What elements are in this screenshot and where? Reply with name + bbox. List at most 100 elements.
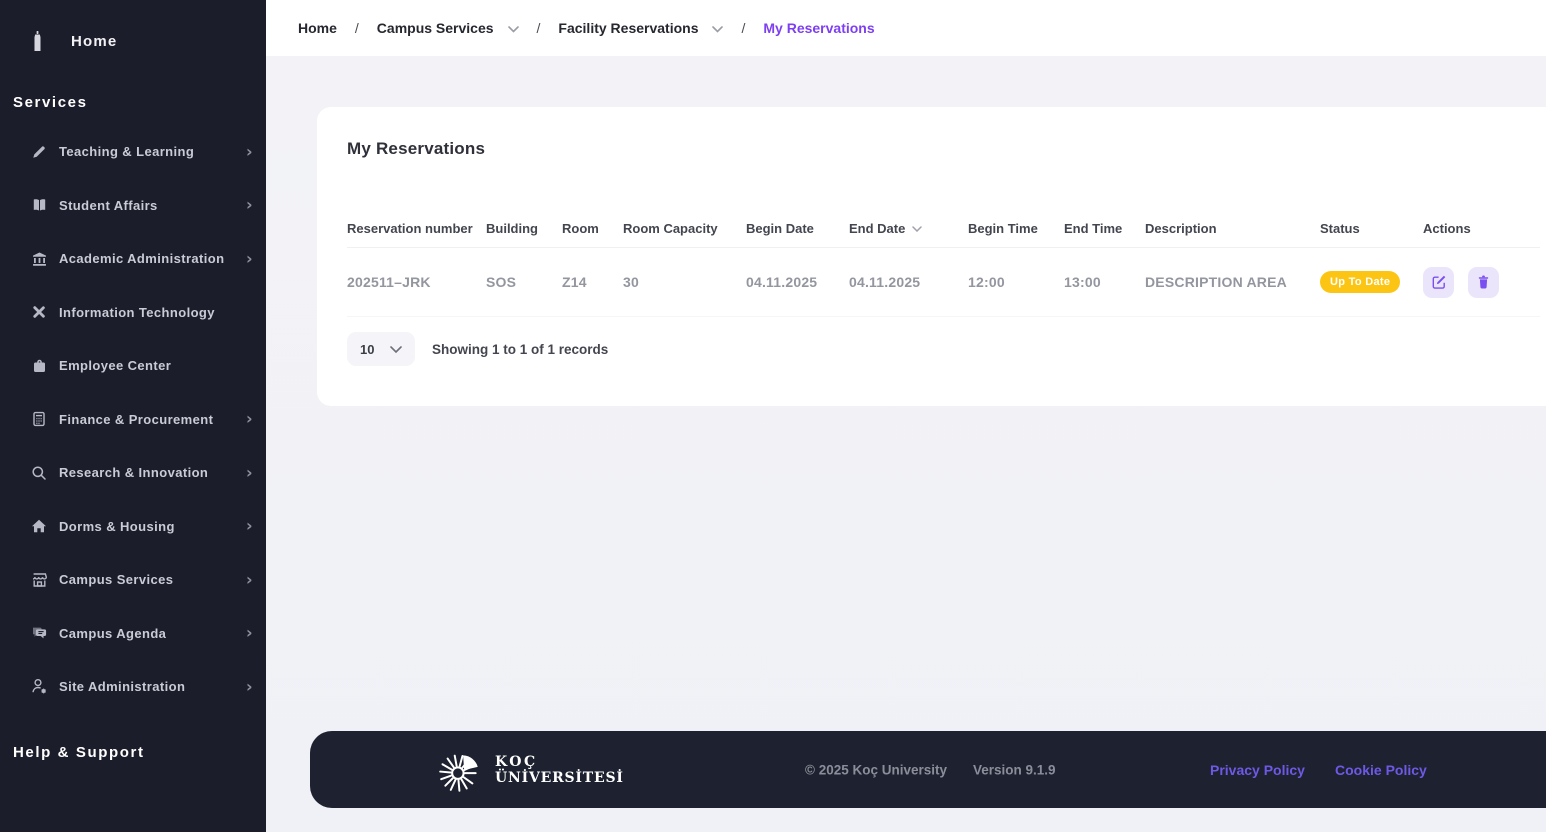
university-logo: KOÇ ÜNİVERSİTESİ: [438, 747, 624, 793]
chevron-down-icon[interactable]: [712, 26, 723, 33]
breadcrumb-current-my-reservations[interactable]: My Reservations: [763, 20, 874, 36]
sidebar-item-label: Campus Agenda: [59, 626, 166, 641]
sidebar-nav: Teaching & Learning › Student Affairs › …: [0, 125, 266, 714]
column-header-description: Description: [1145, 221, 1320, 236]
person-gear-icon: [30, 678, 48, 695]
cookie-policy-link[interactable]: Cookie Policy: [1335, 762, 1427, 778]
sidebar-item-dorms-housing[interactable]: Dorms & Housing ›: [0, 500, 266, 554]
privacy-policy-link[interactable]: Privacy Policy: [1210, 762, 1305, 778]
sidebar-item-employee-center[interactable]: Employee Center: [0, 339, 266, 393]
logo-line1: KOÇ: [495, 754, 624, 770]
sidebar-item-site-administration[interactable]: Site Administration ›: [0, 660, 266, 714]
cell-room: Z14: [562, 274, 623, 290]
chevron-right-icon: ›: [246, 251, 253, 267]
sidebar-item-label: Site Administration: [59, 679, 185, 694]
main-area: Home / Campus Services / Facility Reserv…: [266, 0, 1546, 832]
sidebar-item-student-affairs[interactable]: Student Affairs ›: [0, 179, 266, 233]
book-icon: [30, 197, 48, 213]
copyright-text: © 2025 Koç University: [805, 762, 947, 777]
edit-pencil-icon: [1431, 274, 1447, 290]
chat-icon: [30, 625, 48, 641]
sidebar-item-academic-administration[interactable]: Academic Administration ›: [0, 232, 266, 286]
sort-chevron-icon[interactable]: [912, 226, 922, 232]
column-header-begin-time: Begin Time: [968, 221, 1064, 236]
sidebar-item-information-technology[interactable]: Information Technology: [0, 286, 266, 340]
table-row: 202511–JRK SOS Z14 30 04.11.2025 04.11.2…: [347, 248, 1540, 317]
logo-line2: ÜNİVERSİTESİ: [495, 770, 624, 786]
bank-icon: [30, 251, 48, 267]
cell-end-time: 13:00: [1064, 274, 1145, 290]
chevron-right-icon: ›: [246, 411, 253, 427]
column-header-room: Room: [562, 221, 623, 236]
tower-icon: [30, 30, 45, 52]
sidebar-item-research-innovation[interactable]: Research & Innovation ›: [0, 446, 266, 500]
shell-logo-icon: [438, 747, 484, 793]
chevron-down-icon: [390, 346, 402, 353]
column-header-room-capacity: Room Capacity: [623, 221, 746, 236]
sidebar-item-label: Research & Innovation: [59, 465, 208, 480]
column-header-reservation-number: Reservation number: [347, 221, 486, 236]
breadcrumb-facility-reservations[interactable]: Facility Reservations: [558, 20, 698, 36]
breadcrumb-separator: /: [741, 20, 745, 36]
column-header-actions: Actions: [1423, 221, 1540, 236]
briefcase-icon: [30, 358, 48, 374]
chevron-right-icon: ›: [246, 625, 253, 641]
my-reservations-card: My Reservations Reservation number Build…: [317, 107, 1546, 406]
cell-building: SOS: [486, 274, 562, 290]
pagination: 10 Showing 1 to 1 of 1 records: [347, 332, 1540, 366]
breadcrumb-campus-services[interactable]: Campus Services: [377, 20, 494, 36]
page-size-value: 10: [360, 342, 374, 357]
column-header-begin-date: Begin Date: [746, 221, 849, 236]
sidebar-item-label: Student Affairs: [59, 198, 158, 213]
cell-begin-date: 04.11.2025: [746, 274, 849, 290]
house-icon: [30, 518, 48, 534]
sidebar-item-finance-procurement[interactable]: Finance & Procurement ›: [0, 393, 266, 447]
cell-status: Up To Date: [1320, 271, 1423, 293]
column-header-end-date[interactable]: End Date: [849, 221, 968, 236]
cell-actions: [1423, 267, 1540, 298]
status-badge: Up To Date: [1320, 271, 1400, 293]
page-size-select[interactable]: 10: [347, 332, 415, 366]
sidebar-item-teaching-learning[interactable]: Teaching & Learning ›: [0, 125, 266, 179]
chevron-down-icon[interactable]: [508, 26, 519, 33]
breadcrumb-home[interactable]: Home: [298, 20, 337, 36]
sidebar-item-label: Dorms & Housing: [59, 519, 175, 534]
breadcrumb-separator: /: [355, 20, 359, 36]
sidebar-item-campus-agenda[interactable]: Campus Agenda ›: [0, 607, 266, 661]
sidebar-item-home[interactable]: Home: [0, 0, 266, 52]
breadcrumb: Home / Campus Services / Facility Reserv…: [266, 0, 1546, 56]
chevron-right-icon: ›: [246, 679, 253, 695]
chevron-right-icon: ›: [246, 465, 253, 481]
column-header-building: Building: [486, 221, 562, 236]
page-title: My Reservations: [347, 139, 1540, 159]
column-header-status: Status: [1320, 221, 1423, 236]
sidebar-item-campus-services[interactable]: Campus Services ›: [0, 553, 266, 607]
cell-begin-time: 12:00: [968, 274, 1064, 290]
edit-button[interactable]: [1423, 267, 1454, 298]
chevron-right-icon: ›: [246, 572, 253, 588]
sidebar-item-label: Teaching & Learning: [59, 144, 194, 159]
sidebar-item-label: Campus Services: [59, 572, 173, 587]
delete-button[interactable]: [1468, 267, 1499, 298]
records-summary: Showing 1 to 1 of 1 records: [432, 342, 608, 357]
tools-icon: [30, 304, 48, 320]
home-label: Home: [71, 33, 117, 50]
sidebar-item-label: Employee Center: [59, 358, 171, 373]
chevron-right-icon: ›: [246, 144, 253, 160]
sidebar-item-label: Finance & Procurement: [59, 412, 213, 427]
cell-description: DESCRIPTION AREA: [1145, 274, 1320, 290]
footer: KOÇ ÜNİVERSİTESİ © 2025 Koç University V…: [310, 731, 1546, 808]
cell-reservation-number: 202511–JRK: [347, 274, 486, 290]
breadcrumb-separator: /: [537, 20, 541, 36]
calculator-icon: [30, 411, 48, 427]
chevron-right-icon: ›: [246, 518, 253, 534]
sidebar-item-label: Information Technology: [59, 305, 215, 320]
sidebar: Home Services Teaching & Learning › Stud…: [0, 0, 266, 832]
version-text: Version 9.1.9: [973, 762, 1056, 777]
help-support-section-header: Help & Support: [0, 744, 266, 761]
trash-icon: [1476, 274, 1491, 290]
column-header-end-time: End Time: [1064, 221, 1145, 236]
sidebar-item-label: Academic Administration: [59, 251, 224, 266]
column-header-label: End Date: [849, 221, 905, 236]
cell-end-date: 04.11.2025: [849, 274, 968, 290]
